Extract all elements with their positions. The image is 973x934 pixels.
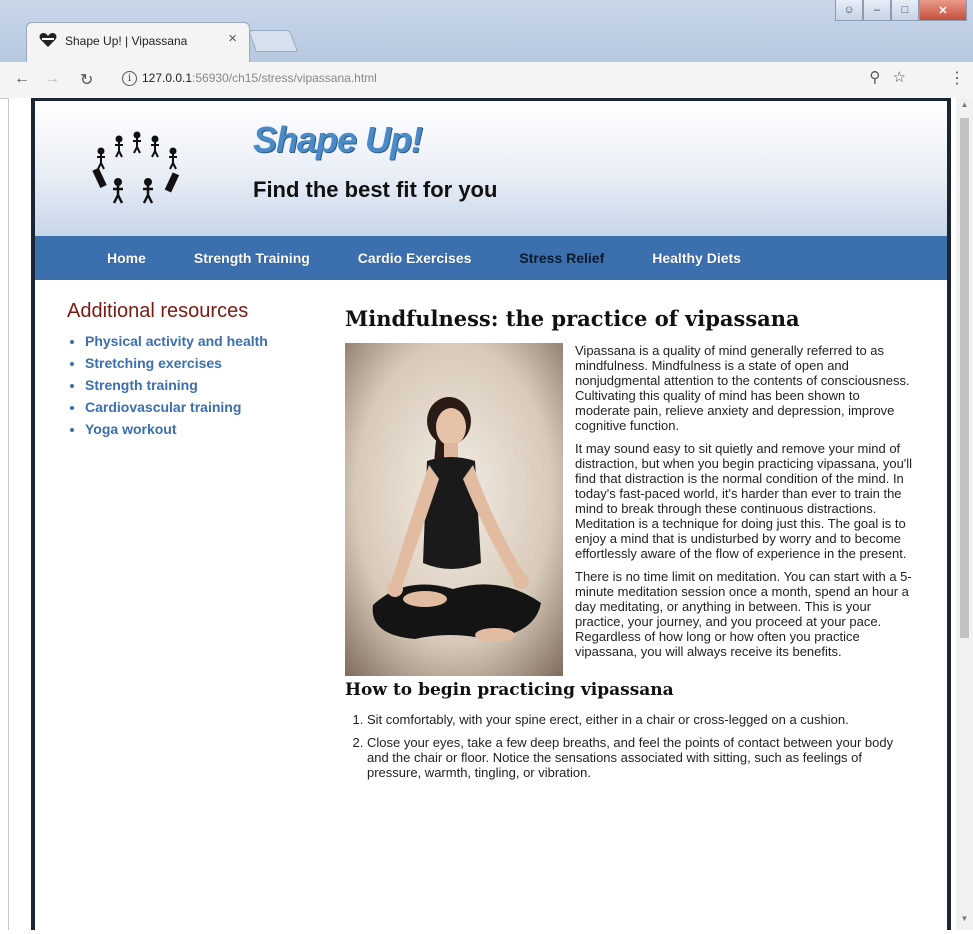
close-window-icon[interactable]: ✕ — [919, 0, 967, 21]
main-nav: Home Strength Training Cardio Exercises … — [35, 236, 947, 280]
tab-close-icon[interactable]: × — [228, 30, 237, 47]
url-host: 127.0.0.1 — [142, 71, 193, 85]
omnibox-actions: ⚲ ☆ — [869, 68, 906, 86]
nav-strength-training[interactable]: Strength Training — [194, 250, 310, 266]
chrome-menu-icon[interactable]: ⋮ — [949, 68, 965, 88]
sidebar: Additional resources Physical activity a… — [67, 300, 317, 443]
back-icon[interactable]: ← — [14, 70, 30, 88]
resource-link-stretching[interactable]: Stretching exercises — [85, 355, 222, 371]
nav-healthy-diets[interactable]: Healthy Diets — [652, 250, 741, 266]
url-text: 127.0.0.1:56930/ch15/stress/vipassana.ht… — [142, 71, 377, 85]
article-title: Mindfulness: the practice of vipassana — [345, 306, 800, 331]
minimize-icon[interactable]: – — [863, 0, 891, 21]
site-header: Shape Up! Find the best fit for you — [35, 98, 947, 236]
resource-links: Physical activity and health Stretching … — [67, 333, 317, 437]
forward-icon[interactable]: → — [44, 70, 60, 88]
section-subheading: How to begin practicing vipassana — [345, 680, 674, 700]
nav-home[interactable]: Home — [107, 250, 146, 266]
vertical-scrollbar[interactable]: ▲ ▼ — [956, 98, 973, 930]
new-tab-button[interactable] — [247, 30, 299, 52]
bookmark-star-icon[interactable]: ☆ — [893, 69, 906, 86]
browser-titlebar: Shape Up! | Vipassana × ☺ – □ ✕ — [0, 0, 973, 63]
site-tagline: Find the best fit for you — [253, 177, 498, 202]
info-icon[interactable]: i — [122, 71, 137, 86]
people-circle-logo-icon — [92, 131, 180, 204]
article: Mindfulness: the practice of vipassana V… — [345, 306, 915, 788]
browser-toolbar: ← → ↻ i 127.0.0.1:56930/ch15/stress/vipa… — [0, 62, 973, 99]
site-title: Shape Up! — [253, 119, 423, 160]
list-item: Stretching exercises — [85, 355, 317, 371]
resource-link-strength[interactable]: Strength training — [85, 377, 198, 393]
steps-list: Sit comfortably, with your spine erect, … — [345, 712, 915, 780]
list-item: Physical activity and health — [85, 333, 317, 349]
browser-tab[interactable]: Shape Up! | Vipassana × — [26, 22, 250, 63]
resource-link-physical-activity[interactable]: Physical activity and health — [85, 333, 268, 349]
resource-link-yoga[interactable]: Yoga workout — [85, 421, 177, 437]
tab-title: Shape Up! | Vipassana — [65, 34, 188, 48]
meditation-photo — [345, 343, 563, 676]
sidebar-heading: Additional resources — [67, 300, 249, 322]
window-controls: ☺ – □ ✕ — [835, 0, 967, 21]
maximize-icon[interactable]: □ — [891, 0, 919, 21]
resource-link-cardiovascular[interactable]: Cardiovascular training — [85, 399, 241, 415]
address-bar[interactable]: i 127.0.0.1:56930/ch15/stress/vipassana.… — [118, 67, 946, 91]
site-page: Shape Up! Find the best fit for you Home… — [31, 98, 951, 930]
list-item: Cardiovascular training — [85, 399, 317, 415]
heart-favicon-icon — [39, 33, 57, 47]
scroll-up-icon[interactable]: ▲ — [956, 100, 973, 114]
page-viewport: Shape Up! Find the best fit for you Home… — [8, 98, 957, 930]
scrollbar-thumb[interactable] — [960, 118, 969, 638]
list-item: Close your eyes, take a few deep breaths… — [367, 735, 915, 780]
list-item: Sit comfortably, with your spine erect, … — [367, 712, 915, 727]
nav-stress-relief[interactable]: Stress Relief — [519, 250, 604, 266]
scroll-down-icon[interactable]: ▼ — [956, 914, 973, 928]
zoom-icon[interactable]: ⚲ — [869, 69, 880, 86]
list-item: Yoga workout — [85, 421, 317, 437]
user-icon[interactable]: ☺ — [835, 0, 863, 21]
reload-icon[interactable]: ↻ — [80, 70, 93, 90]
list-item: Strength training — [85, 377, 317, 393]
nav-cardio-exercises[interactable]: Cardio Exercises — [358, 250, 472, 266]
url-path: :56930/ch15/stress/vipassana.html — [192, 71, 377, 85]
